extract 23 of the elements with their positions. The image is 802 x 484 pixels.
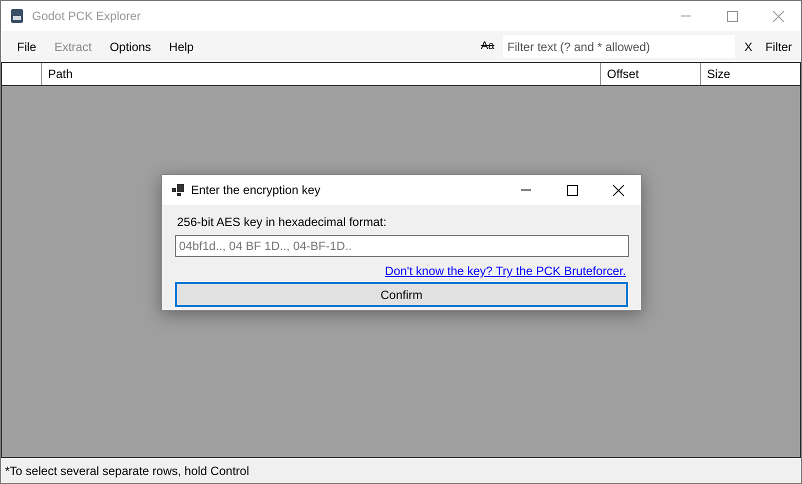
close-icon (612, 184, 624, 196)
confirm-button[interactable]: Confirm (175, 282, 628, 307)
menu-item[interactable]: File (8, 36, 46, 58)
match-case-toggle[interactable]: Aa (480, 38, 494, 55)
key-field[interactable]: 04bf1d.., 04 BF 1D.., 04-BF-1D.. (175, 235, 629, 257)
filter-button[interactable]: Filter (765, 38, 792, 56)
dialog-title: Enter the encryption key (191, 182, 320, 199)
field-label: 256-bit AES key in hexadecimal format: (177, 214, 388, 231)
column-header[interactable]: Size (701, 63, 800, 85)
app-icon (10, 8, 24, 24)
status-text: *To select several separate rows, hold Control (5, 462, 250, 480)
maximize-icon (726, 10, 738, 22)
dialog-icon (172, 184, 184, 196)
column-header[interactable]: Offset (601, 63, 701, 85)
maximize-icon (566, 184, 578, 196)
clear-filter-button[interactable]: X (739, 38, 758, 56)
menu-item[interactable]: Options (100, 36, 160, 58)
close-icon (772, 10, 784, 22)
menu-item[interactable]: Help (160, 36, 203, 58)
column-header[interactable]: Path (42, 63, 601, 85)
filter-field[interactable]: Filter text (? and * allowed) (503, 35, 736, 58)
bruteforcer-link[interactable]: Don't know the key? Try the PCK Bruteforcer. (384, 262, 626, 280)
window-title: Godot PCK Explorer (32, 8, 141, 25)
